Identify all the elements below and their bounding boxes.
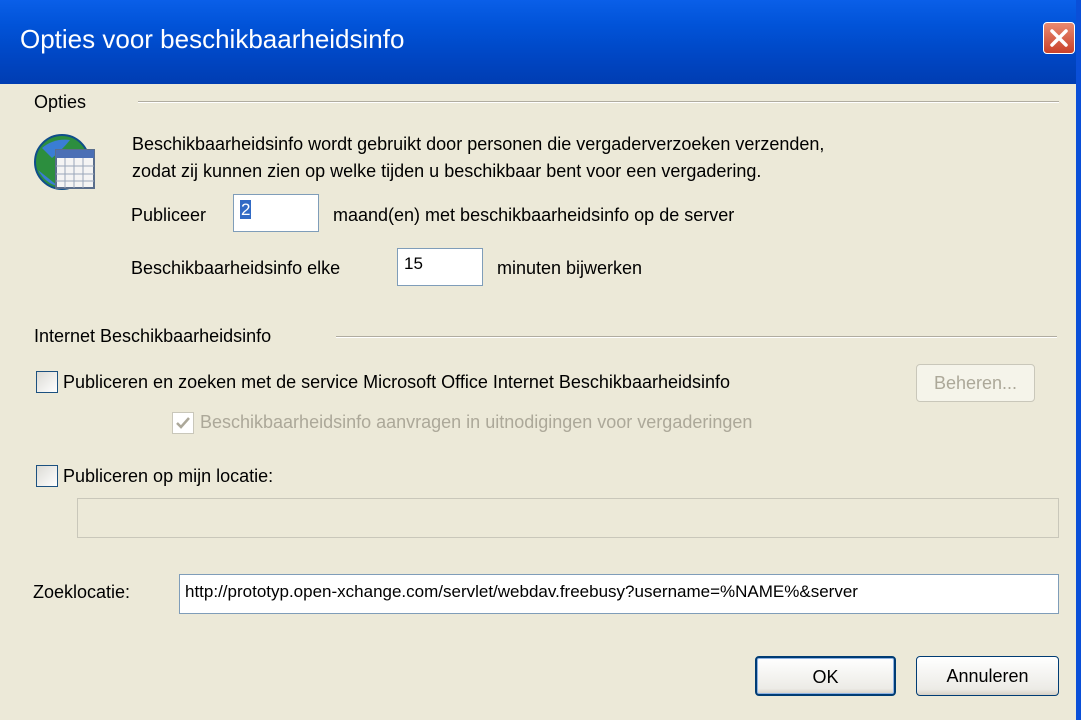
search-label: Zoeklocatie: [33,582,131,602]
publish-suffix: maand(en) met beschikbaarheidsinfo op de… [333,205,735,225]
options-heading: Opties [34,92,87,112]
close-icon [1050,29,1068,47]
request-checkbox[interactable] [172,412,194,434]
request-checkbox-label[interactable]: Beschikbaarheidsinfo aanvragen in uitnod… [200,412,752,433]
ok-button[interactable]: OK [755,656,896,696]
cancel-button[interactable]: Annuleren [916,656,1059,696]
options-description-line1: Beschikbaarheidsinfo wordt gebruikt door… [132,134,825,154]
window-title: Opties voor beschikbaarheidsinfo [20,24,405,54]
publish-months-input[interactable]: 2 [233,194,319,232]
options-divider [138,101,1059,103]
update-minutes-input[interactable]: 15 [397,248,483,286]
manage-button[interactable]: Beheren... [916,364,1035,402]
title-bar[interactable]: Opties voor beschikbaarheidsinfo [0,0,1081,84]
update-suffix: minuten bijwerken [497,258,643,278]
calendar-globe-icon [32,128,98,194]
internet-heading: Internet Beschikbaarheidsinfo [34,326,272,346]
checkmark-icon [176,417,190,429]
options-description-line2: zodat zij kunnen zien op welke tijden u … [132,161,762,181]
close-button[interactable] [1043,22,1075,54]
service-checkbox[interactable] [36,371,58,393]
update-label: Beschikbaarheidsinfo elke [131,258,341,278]
window-border [1076,0,1081,720]
internet-divider [336,336,1057,338]
service-checkbox-label[interactable]: Publiceren en zoeken met de service Micr… [63,372,730,393]
search-location-value: http://prototyp.open-xchange.com/servlet… [185,582,858,601]
location-checkbox[interactable] [36,465,58,487]
search-location-input[interactable]: http://prototyp.open-xchange.com/servlet… [179,574,1059,614]
publish-months-value: 2 [240,200,252,219]
location-input[interactable] [77,498,1059,538]
location-checkbox-label[interactable]: Publiceren op mijn locatie: [63,466,273,487]
update-minutes-value: 15 [404,254,423,273]
publish-label: Publiceer [131,205,207,225]
